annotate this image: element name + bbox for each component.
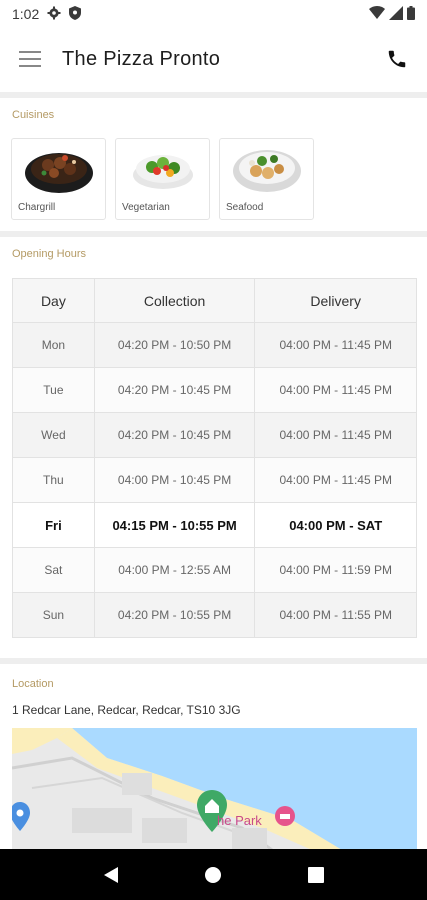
cuisines-heading: Cuisines [12, 109, 55, 121]
day-cell: Sun [12, 592, 95, 638]
column-header-day: Day [12, 278, 95, 323]
day-cell: Thu [12, 457, 95, 503]
cuisine-label: Chargrill [18, 202, 56, 213]
delivery-hours-cell: 04:00 PM - 11:55 PM [254, 592, 417, 638]
home-circle-icon[interactable] [204, 866, 222, 884]
call-button[interactable] [367, 28, 427, 90]
section-divider [0, 231, 427, 237]
table-row: Wed 04:20 PM - 10:45 PM 04:00 PM - 11:45… [12, 412, 417, 458]
delivery-hours-cell: 04:00 PM - 11:45 PM [254, 367, 417, 413]
hotel-pin-icon [275, 806, 295, 826]
day-cell: Fri [12, 502, 95, 548]
seafood-dish-image [233, 150, 301, 192]
recents-square-icon[interactable] [307, 866, 324, 883]
collection-hours-cell: 04:00 PM - 12:55 AM [93, 547, 256, 593]
collection-hours-cell: 04:20 PM - 10:45 PM [93, 412, 256, 458]
section-divider [0, 658, 427, 664]
page-title: The Pizza Pronto [62, 47, 221, 70]
table-header-row: Day Collection Delivery [12, 278, 417, 323]
back-triangle-icon[interactable] [102, 866, 120, 884]
delivery-hours-cell: 04:00 PM - SAT [254, 502, 417, 548]
home-button[interactable] [193, 855, 233, 895]
table-row: Tue 04:20 PM - 10:45 PM 04:00 PM - 11:45… [12, 367, 417, 413]
day-cell: Tue [12, 367, 95, 413]
day-cell: Mon [12, 322, 95, 368]
status-bar: 1:02 [0, 0, 427, 28]
map-place-label: he Park [217, 813, 262, 828]
vegetarian-dish-image [133, 155, 193, 189]
table-row: Sun 04:20 PM - 10:55 PM 04:00 PM - 11:55… [12, 592, 417, 638]
delivery-hours-cell: 04:00 PM - 11:59 PM [254, 547, 417, 593]
collection-hours-cell: 04:20 PM - 10:55 PM [93, 592, 256, 638]
table-row: Mon 04:20 PM - 10:50 PM 04:00 PM - 11:45… [12, 322, 417, 368]
gear-icon [47, 6, 61, 23]
table-row-today: Fri 04:15 PM - 10:55 PM 04:00 PM - SAT [12, 502, 417, 548]
status-time: 1:02 [12, 6, 40, 22]
cuisine-label: Vegetarian [122, 202, 170, 213]
delivery-hours-cell: 04:00 PM - 11:45 PM [254, 412, 417, 458]
cuisine-card-seafood[interactable]: Seafood [219, 138, 314, 220]
cuisine-label: Seafood [226, 202, 264, 213]
app-bar: The Pizza Pronto [0, 28, 427, 90]
column-header-collection: Collection [93, 278, 256, 323]
back-button[interactable] [91, 855, 131, 895]
recents-button[interactable] [296, 855, 336, 895]
location-heading: Location [12, 678, 54, 690]
map-canvas[interactable]: he Park [12, 728, 417, 850]
system-navigation-bar [0, 849, 427, 900]
collection-hours-cell: 04:20 PM - 10:50 PM [93, 322, 256, 368]
section-divider [0, 92, 427, 98]
collection-hours-cell: 04:00 PM - 10:45 PM [93, 457, 256, 503]
delivery-hours-cell: 04:00 PM - 11:45 PM [254, 322, 417, 368]
wifi-icon [369, 5, 385, 23]
opening-hours-table: Day Collection Delivery Mon 04:20 PM - 1… [12, 278, 417, 638]
menu-button[interactable] [0, 28, 60, 90]
table-row: Thu 04:00 PM - 10:45 PM 04:00 PM - 11:45… [12, 457, 417, 503]
collection-hours-cell: 04:20 PM - 10:45 PM [93, 367, 256, 413]
day-cell: Sat [12, 547, 95, 593]
delivery-hours-cell: 04:00 PM - 11:45 PM [254, 457, 417, 503]
shield-icon [69, 5, 82, 23]
chargrill-dish-image [25, 153, 93, 193]
opening-hours-heading: Opening Hours [12, 248, 86, 260]
hamburger-menu-icon[interactable] [19, 51, 41, 67]
location-map[interactable]: he Park [12, 728, 417, 850]
cuisine-card-vegetarian[interactable]: Vegetarian [115, 138, 210, 220]
signal-icon [389, 5, 403, 23]
phone-icon[interactable] [386, 48, 408, 70]
collection-hours-cell: 04:15 PM - 10:55 PM [93, 502, 256, 548]
table-row: Sat 04:00 PM - 12:55 AM 04:00 PM - 11:59… [12, 547, 417, 593]
column-header-delivery: Delivery [254, 278, 417, 323]
battery-icon [407, 5, 415, 23]
location-address: 1 Redcar Lane, Redcar, Redcar, TS10 3JG [12, 703, 241, 717]
cuisine-card-chargrill[interactable]: Chargrill [11, 138, 106, 220]
day-cell: Wed [12, 412, 95, 458]
